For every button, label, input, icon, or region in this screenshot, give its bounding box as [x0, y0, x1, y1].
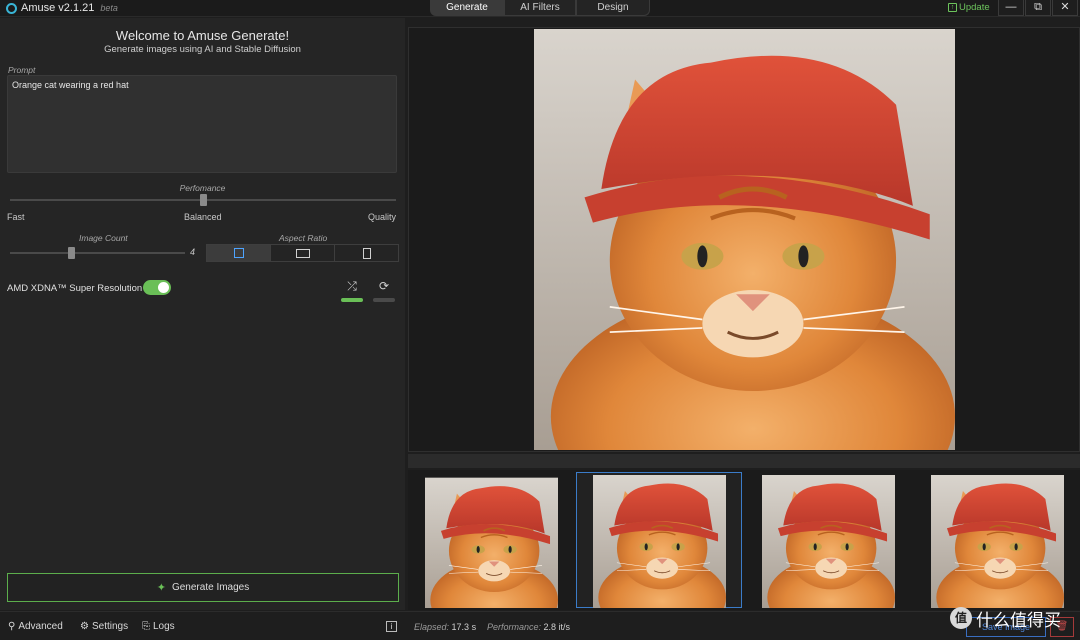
performance-label: Perfomance: [179, 183, 226, 193]
super-resolution-toggle[interactable]: [143, 280, 171, 295]
update-icon: ↑: [948, 3, 957, 12]
welcome-subtitle: Generate images using AI and Stable Diff…: [104, 44, 301, 55]
info-icon[interactable]: i: [386, 621, 397, 632]
logs-icon: ⎘: [142, 621, 150, 632]
settings-label: Settings: [91, 621, 129, 632]
amuse-logo-icon: [6, 2, 17, 14]
tab-generate[interactable]: Generate: [430, 0, 504, 16]
settings-button[interactable]: ⚙ Settings: [80, 621, 128, 632]
watermark: 值 什么值得买: [950, 604, 1080, 632]
aspect-square-option[interactable]: [207, 245, 271, 261]
landscape-icon: [295, 248, 310, 258]
settings-icon: ⚙: [80, 621, 89, 632]
elapsed-label: Elapsed:: [414, 622, 450, 632]
refresh-indicator: [373, 298, 395, 302]
shuffle-indicator: [341, 298, 363, 302]
welcome-heading: Welcome to Amuse Generate!: [115, 28, 290, 43]
image-count-slider-track[interactable]: [10, 252, 185, 254]
logs-button[interactable]: ⎘ Logs: [142, 621, 175, 632]
tab-design[interactable]: Design: [576, 0, 650, 16]
thumbnail-image-1: [425, 475, 558, 608]
image-gallery: [408, 470, 1080, 610]
image-count-label: Image Count: [79, 233, 128, 243]
thumbnail-image-2: [593, 475, 726, 608]
elapsed-value: 17.3 s: [451, 622, 477, 632]
super-resolution-label: AMD XDNA™ Super Resolution: [7, 283, 143, 294]
update-button[interactable]: ↑ Update: [948, 2, 990, 13]
gallery-scrollbar[interactable]: [408, 454, 1080, 468]
gallery-thumbnail-2[interactable]: [576, 472, 742, 608]
magic-wand-icon: ✦: [156, 582, 166, 594]
performance-stat: Performance: 2.8 it/s: [487, 622, 570, 632]
thumbnail-image-4: [931, 475, 1064, 608]
shuffle-icon[interactable]: ⤮: [341, 277, 363, 297]
image-preview-area: [408, 27, 1080, 452]
watermark-text: 什么值得买: [976, 610, 1061, 630]
close-button[interactable]: ✕: [1052, 0, 1078, 16]
performance-stat-label: Performance:: [487, 622, 542, 632]
app-title: Amuse v2.1.21 beta: [6, 2, 118, 14]
watermark-logo-icon: 值: [950, 607, 972, 629]
performance-quality-label: Quality: [368, 212, 397, 222]
aspect-landscape-option[interactable]: [271, 245, 335, 261]
update-label: Update: [959, 2, 990, 13]
aspect-portrait-option[interactable]: [335, 245, 398, 261]
elapsed-stat: Elapsed: 17.3 s: [414, 622, 476, 632]
settings-panel: Welcome to Amuse Generate! Generate imag…: [0, 18, 405, 610]
prompt-input[interactable]: Orange cat wearing a red hat: [7, 75, 397, 173]
thumbnail-image-3: [762, 475, 895, 608]
square-icon: [233, 248, 244, 258]
image-count-value: 4: [190, 247, 196, 257]
tab-ai-filters[interactable]: AI Filters: [504, 0, 576, 16]
portrait-icon: [362, 247, 371, 259]
generated-image-main[interactable]: [534, 29, 955, 450]
maximize-button[interactable]: ⧉: [1025, 0, 1051, 16]
mode-tabs: Generate AI Filters Design: [430, 0, 650, 16]
advanced-label: Advanced: [18, 621, 63, 632]
gallery-thumbnail-4[interactable]: [914, 472, 1080, 608]
performance-balanced-label: Balanced: [184, 212, 222, 222]
generate-images-label: Generate Images: [171, 582, 250, 593]
prompt-label: Prompt: [8, 65, 36, 75]
logs-label: Logs: [153, 621, 175, 632]
image-count-slider-thumb[interactable]: [68, 247, 76, 259]
performance-slider-thumb[interactable]: [200, 194, 207, 206]
aspect-ratio-label: Aspect Ratio: [279, 233, 328, 243]
aspect-ratio-selector: [206, 244, 399, 262]
toggle-knob: [158, 282, 169, 293]
beta-label: beta: [100, 3, 118, 13]
status-bar: ⚲ Advanced ⚙ Settings ⎘ Logs i Elapsed: …: [0, 611, 1080, 640]
app-title-text: Amuse v2.1.21: [21, 2, 95, 14]
generate-images-button[interactable]: ✦ Generate Images: [7, 573, 399, 602]
gallery-thumbnail-3[interactable]: [745, 472, 911, 608]
refresh-icon[interactable]: ⟳: [373, 277, 395, 297]
title-bar: Amuse v2.1.21 beta Generate AI Filters D…: [0, 0, 1080, 17]
gallery-thumbnail-1[interactable]: [408, 472, 574, 608]
performance-fast-label: Fast: [7, 212, 25, 222]
advanced-icon: ⚲: [8, 621, 16, 632]
performance-stat-value: 2.8 it/s: [543, 622, 571, 632]
advanced-button[interactable]: ⚲ Advanced: [8, 621, 63, 632]
minimize-button[interactable]: —: [998, 0, 1024, 16]
